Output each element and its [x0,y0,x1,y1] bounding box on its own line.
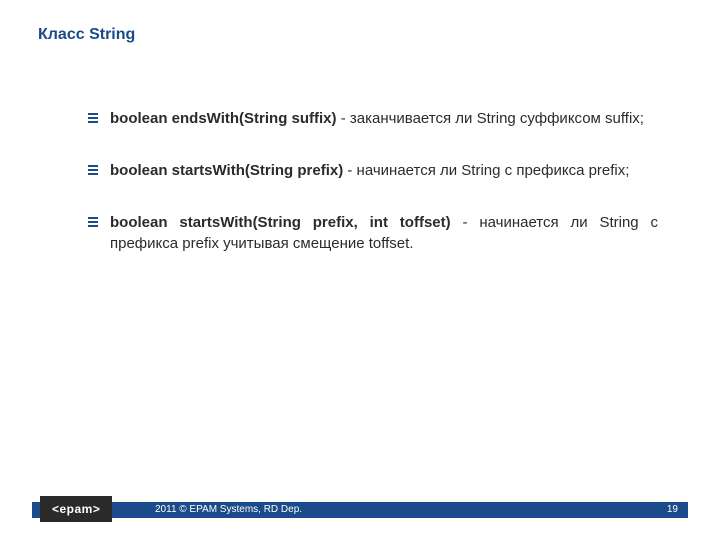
copyright-text: 2011 © EPAM Systems, RD Dep. [155,504,302,515]
footer-bar [32,502,688,518]
bullet-marker-icon [88,165,98,175]
method-description: - заканчивается ли String суффиксом suff… [337,110,644,127]
bullet-item: boolean startsWith(String prefix) - начи… [88,160,658,182]
method-signature: boolean startsWith(String prefix, int to… [110,214,451,231]
page-number: 19 [667,504,678,515]
epam-logo: <epam> [40,496,112,522]
bullet-text: boolean startsWith(String prefix) - начи… [110,160,658,182]
bullet-text: boolean endsWith(String suffix) - заканч… [110,108,658,130]
slide-title: Класс String [38,26,135,44]
bullet-marker-icon [88,217,98,227]
slide-footer: <epam> 2011 © EPAM Systems, RD Dep. 19 [0,496,720,522]
bullet-marker-icon [88,113,98,123]
bullet-text: boolean startsWith(String prefix, int to… [110,212,658,256]
slide-content: boolean endsWith(String suffix) - заканч… [88,108,658,285]
method-signature: boolean endsWith(String suffix) [110,110,337,127]
slide: Класс String boolean endsWith(String suf… [0,0,720,540]
bullet-item: boolean startsWith(String prefix, int to… [88,212,658,256]
bullet-item: boolean endsWith(String suffix) - заканч… [88,108,658,130]
method-description: - начинается ли String с префикса prefix… [343,162,629,179]
method-signature: boolean startsWith(String prefix) [110,162,343,179]
